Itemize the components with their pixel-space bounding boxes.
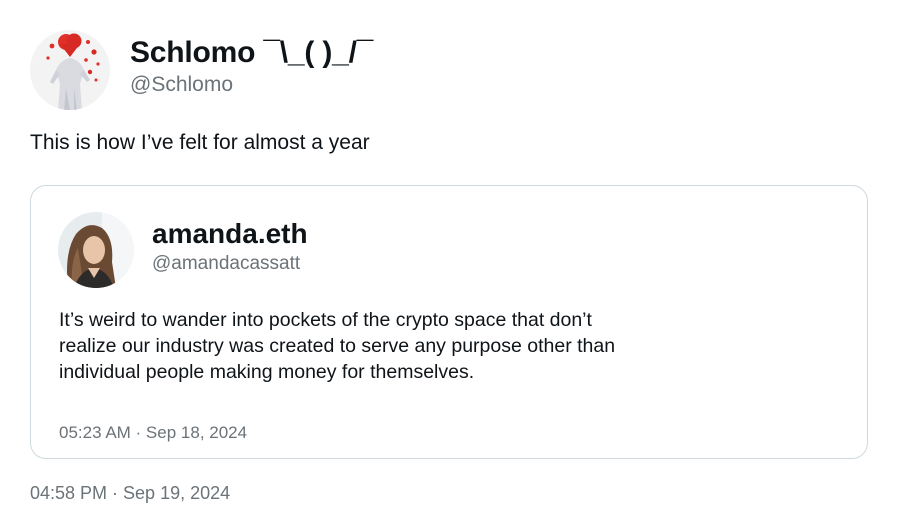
quoted-author-avatar[interactable] — [58, 212, 134, 288]
quoted-tweet-text: It’s weird to wander into pockets of the… — [59, 307, 699, 385]
tweet-timestamp[interactable]: 04:58 PM · Sep 19, 2024 — [30, 481, 230, 505]
author-handle[interactable]: @Schlomo — [130, 71, 373, 99]
tweet-author: Schlomo ¯\_( )_/¯ @Schlomo — [30, 30, 373, 110]
quoted-tweet-card[interactable]: amanda.eth @amandacassatt It’s weird to … — [30, 185, 868, 459]
quoted-author-names: amanda.eth @amandacassatt — [152, 217, 308, 277]
author-display-name[interactable]: Schlomo ¯\_( )_/¯ — [130, 35, 373, 71]
tweet-text: This is how I’ve felt for almost a year — [30, 131, 370, 154]
quoted-tweet-text-line: individual people making money for thems… — [59, 361, 475, 383]
quoted-author-display-name[interactable]: amanda.eth — [152, 217, 308, 251]
quoted-author-avatar-image — [58, 212, 134, 288]
author-names: Schlomo ¯\_( )_/¯ @Schlomo — [130, 35, 373, 99]
quoted-tweet-timestamp[interactable]: 05:23 AM · Sep 18, 2024 — [59, 422, 247, 444]
author-avatar-image — [30, 30, 110, 110]
quoted-tweet-text-line: It’s weird to wander into pockets of the… — [59, 309, 592, 331]
tweet: Schlomo ¯\_( )_/¯ @Schlomo This is how I… — [0, 0, 900, 521]
quoted-tweet-author: amanda.eth @amandacassatt — [58, 212, 308, 288]
quoted-tweet-text-line: realize our industry was created to serv… — [59, 335, 616, 357]
quoted-author-handle[interactable]: @amandacassatt — [152, 251, 308, 277]
author-avatar[interactable] — [30, 30, 110, 110]
